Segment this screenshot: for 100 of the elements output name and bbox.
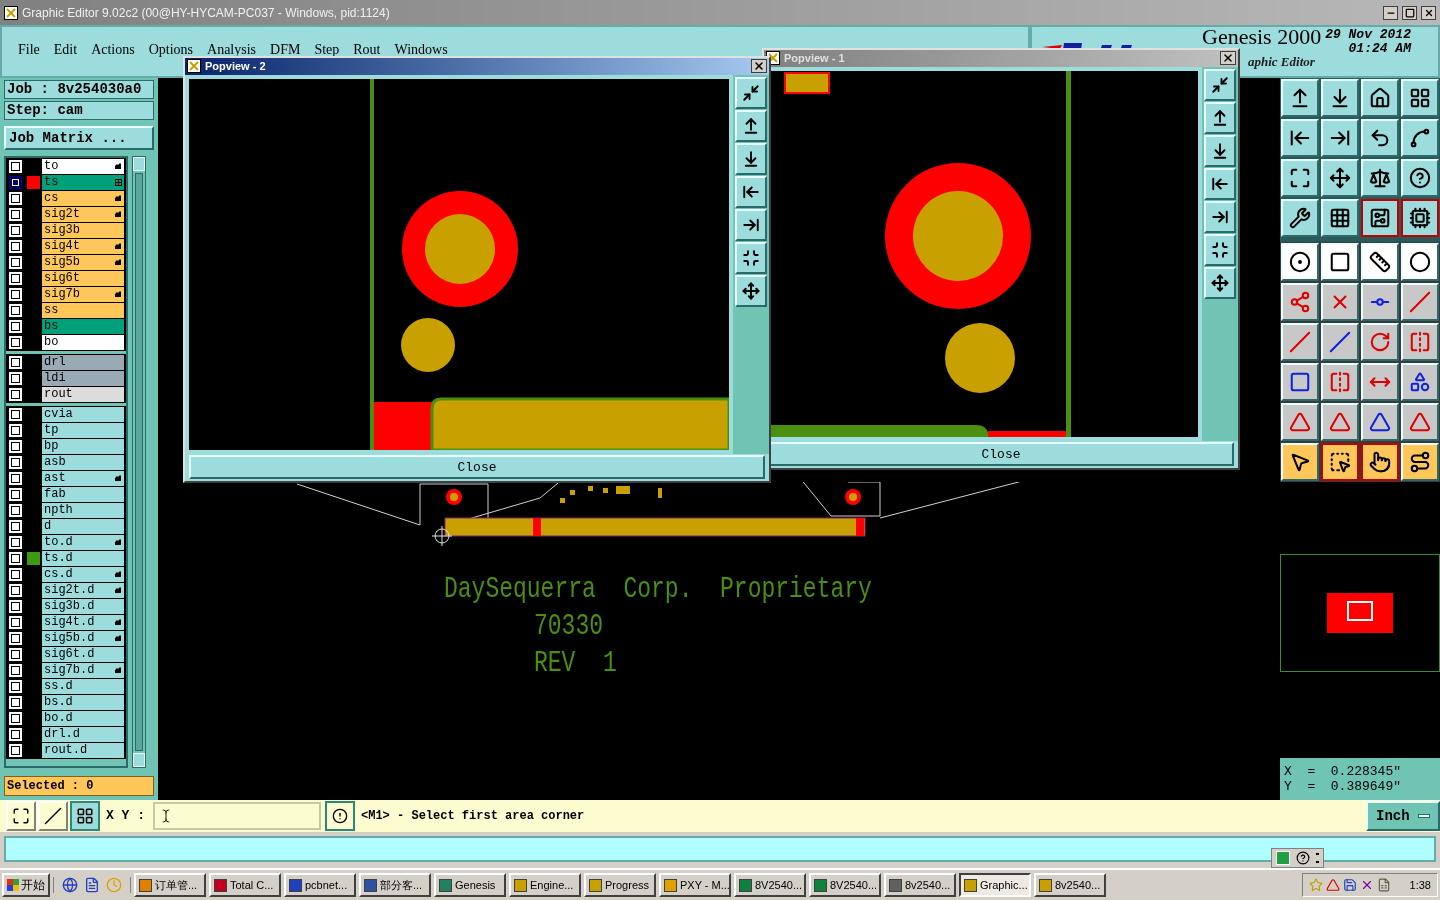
layer-item[interactable]: cs	[42, 190, 124, 206]
layer-checkbox[interactable]	[8, 663, 22, 677]
close-button[interactable]: Close	[189, 455, 765, 480]
menu-item[interactable]: DFM	[270, 39, 301, 60]
layer-checkbox[interactable]	[8, 471, 22, 485]
layer-item[interactable]: cvia	[42, 406, 124, 422]
layer-item[interactable]: sig2t	[42, 206, 124, 222]
layer-checkbox[interactable]	[8, 287, 22, 301]
snap-button[interactable]	[70, 801, 100, 831]
start-button[interactable]: 开始	[2, 873, 50, 897]
layer-item[interactable]: cs.d	[42, 566, 124, 582]
layer-item[interactable]: npth	[42, 502, 124, 518]
layer-checkbox[interactable]	[8, 519, 22, 533]
scrollbar[interactable]	[132, 156, 146, 768]
layer-checkbox[interactable]	[8, 191, 22, 205]
layer-checkbox[interactable]	[8, 695, 22, 709]
units-dropdown[interactable]: Inch	[1366, 801, 1440, 831]
menu-item[interactable]: Edit	[53, 39, 78, 60]
layer-checkbox[interactable]	[8, 711, 22, 725]
layer-item[interactable]: d	[42, 518, 124, 534]
view-tool-button[interactable]	[1204, 266, 1236, 299]
layer-checkbox[interactable]	[8, 503, 22, 517]
close-button[interactable]	[1421, 5, 1436, 20]
menu-item[interactable]: Options	[148, 39, 194, 60]
layer-item[interactable]: ts.d	[42, 550, 124, 566]
layer-item[interactable]: sig3b.d	[42, 598, 124, 614]
taskbar-item[interactable]: Engine...	[509, 873, 581, 897]
layer-checkbox[interactable]	[8, 159, 22, 173]
layer-checkbox[interactable]	[8, 679, 22, 693]
layer-item[interactable]: bs	[42, 318, 124, 334]
layer-item[interactable]: ts	[42, 174, 124, 190]
view-tool-button[interactable]	[735, 241, 767, 274]
layer-item[interactable]: bo.d	[42, 710, 124, 726]
layer-item[interactable]: sig4t.d	[42, 614, 124, 630]
layer-item[interactable]: bs.d	[42, 694, 124, 710]
close-button[interactable]	[1220, 51, 1236, 66]
layer-item[interactable]: sig7b.d	[42, 662, 124, 678]
layer-checkbox[interactable]	[8, 407, 22, 421]
document-icon[interactable]	[84, 877, 100, 893]
menu-item[interactable]: Windows	[394, 39, 448, 60]
layer-item[interactable]: asb	[42, 454, 124, 470]
layer-checkbox[interactable]	[8, 371, 22, 385]
taskbar-item[interactable]: Progress	[584, 873, 656, 897]
taskbar-item[interactable]: Total C...	[209, 873, 281, 897]
star-icon[interactable]	[1308, 878, 1323, 892]
layer-checkbox[interactable]	[8, 487, 22, 501]
layer-checkbox[interactable]	[8, 727, 22, 741]
layer-item[interactable]: ss.d	[42, 678, 124, 694]
layer-item[interactable]: sig4t	[42, 238, 124, 254]
layer-checkbox[interactable]	[8, 271, 22, 285]
menu-item[interactable]: Rout	[353, 39, 381, 60]
menu-item[interactable]: Analysis	[207, 39, 257, 60]
layer-checkbox[interactable]	[8, 255, 22, 269]
layer-checkbox[interactable]	[8, 423, 22, 437]
layer-checkbox[interactable]	[8, 599, 22, 613]
spreadsheet-icon[interactable]	[1376, 878, 1391, 892]
close-button[interactable]	[751, 59, 767, 74]
view-tool-button[interactable]	[1204, 167, 1236, 200]
taskbar-item[interactable]: PXY - M...	[659, 873, 731, 897]
layer-checkbox[interactable]	[8, 583, 22, 597]
layer-item[interactable]: to.d	[42, 534, 124, 550]
layer-item[interactable]: to	[42, 158, 124, 174]
close-button[interactable]: Close	[768, 442, 1234, 467]
tool-button[interactable]	[1321, 443, 1359, 481]
taskbar-item[interactable]: 订单管...	[134, 873, 206, 897]
layer-checkbox[interactable]	[8, 615, 22, 629]
view-tool-button[interactable]	[1204, 101, 1236, 134]
layer-checkbox[interactable]	[8, 455, 22, 469]
taskbar-item[interactable]: Graphic...	[959, 873, 1031, 897]
triangle-icon[interactable]	[1325, 878, 1340, 892]
menu-item[interactable]: Actions	[91, 39, 135, 60]
layer-checkbox[interactable]	[8, 631, 22, 645]
alert-button[interactable]	[325, 801, 355, 831]
layer-item[interactable]: sig7b	[42, 286, 124, 302]
layer-item[interactable]: rout.d	[42, 742, 124, 758]
view-tool-button[interactable]	[735, 208, 767, 241]
layer-checkbox[interactable]	[8, 223, 22, 237]
view-tool-button[interactable]	[1204, 68, 1236, 101]
layer-item[interactable]: tp	[42, 422, 124, 438]
taskbar-item[interactable]: 8v2540...	[1034, 873, 1106, 897]
layer-item[interactable]: bo	[42, 334, 124, 350]
layer-item[interactable]: bp	[42, 438, 124, 454]
layer-item[interactable]: sig5b	[42, 254, 124, 270]
job-matrix-button[interactable]: Job Matrix ...	[4, 126, 154, 150]
layer-checkbox[interactable]	[8, 647, 22, 661]
globe-icon[interactable]	[62, 877, 78, 893]
layer-item[interactable]: sig6t.d	[42, 646, 124, 662]
layer-checkbox[interactable]	[8, 387, 22, 401]
layer-checkbox[interactable]	[8, 335, 22, 349]
layer-checkbox[interactable]	[8, 175, 22, 189]
layer-checkbox[interactable]	[8, 355, 22, 369]
layer-checkbox[interactable]	[8, 743, 22, 757]
layer-item[interactable]: ss	[42, 302, 124, 318]
layer-item[interactable]: drl.d	[42, 726, 124, 742]
taskbar-item[interactable]: pcbnet...	[284, 873, 356, 897]
taskbar-item[interactable]: 部分客...	[359, 873, 431, 897]
tool-button[interactable]	[1361, 199, 1399, 237]
layer-item[interactable]: ast	[42, 470, 124, 486]
layer-item[interactable]: rout	[42, 386, 124, 402]
layer-item[interactable]: fab	[42, 486, 124, 502]
